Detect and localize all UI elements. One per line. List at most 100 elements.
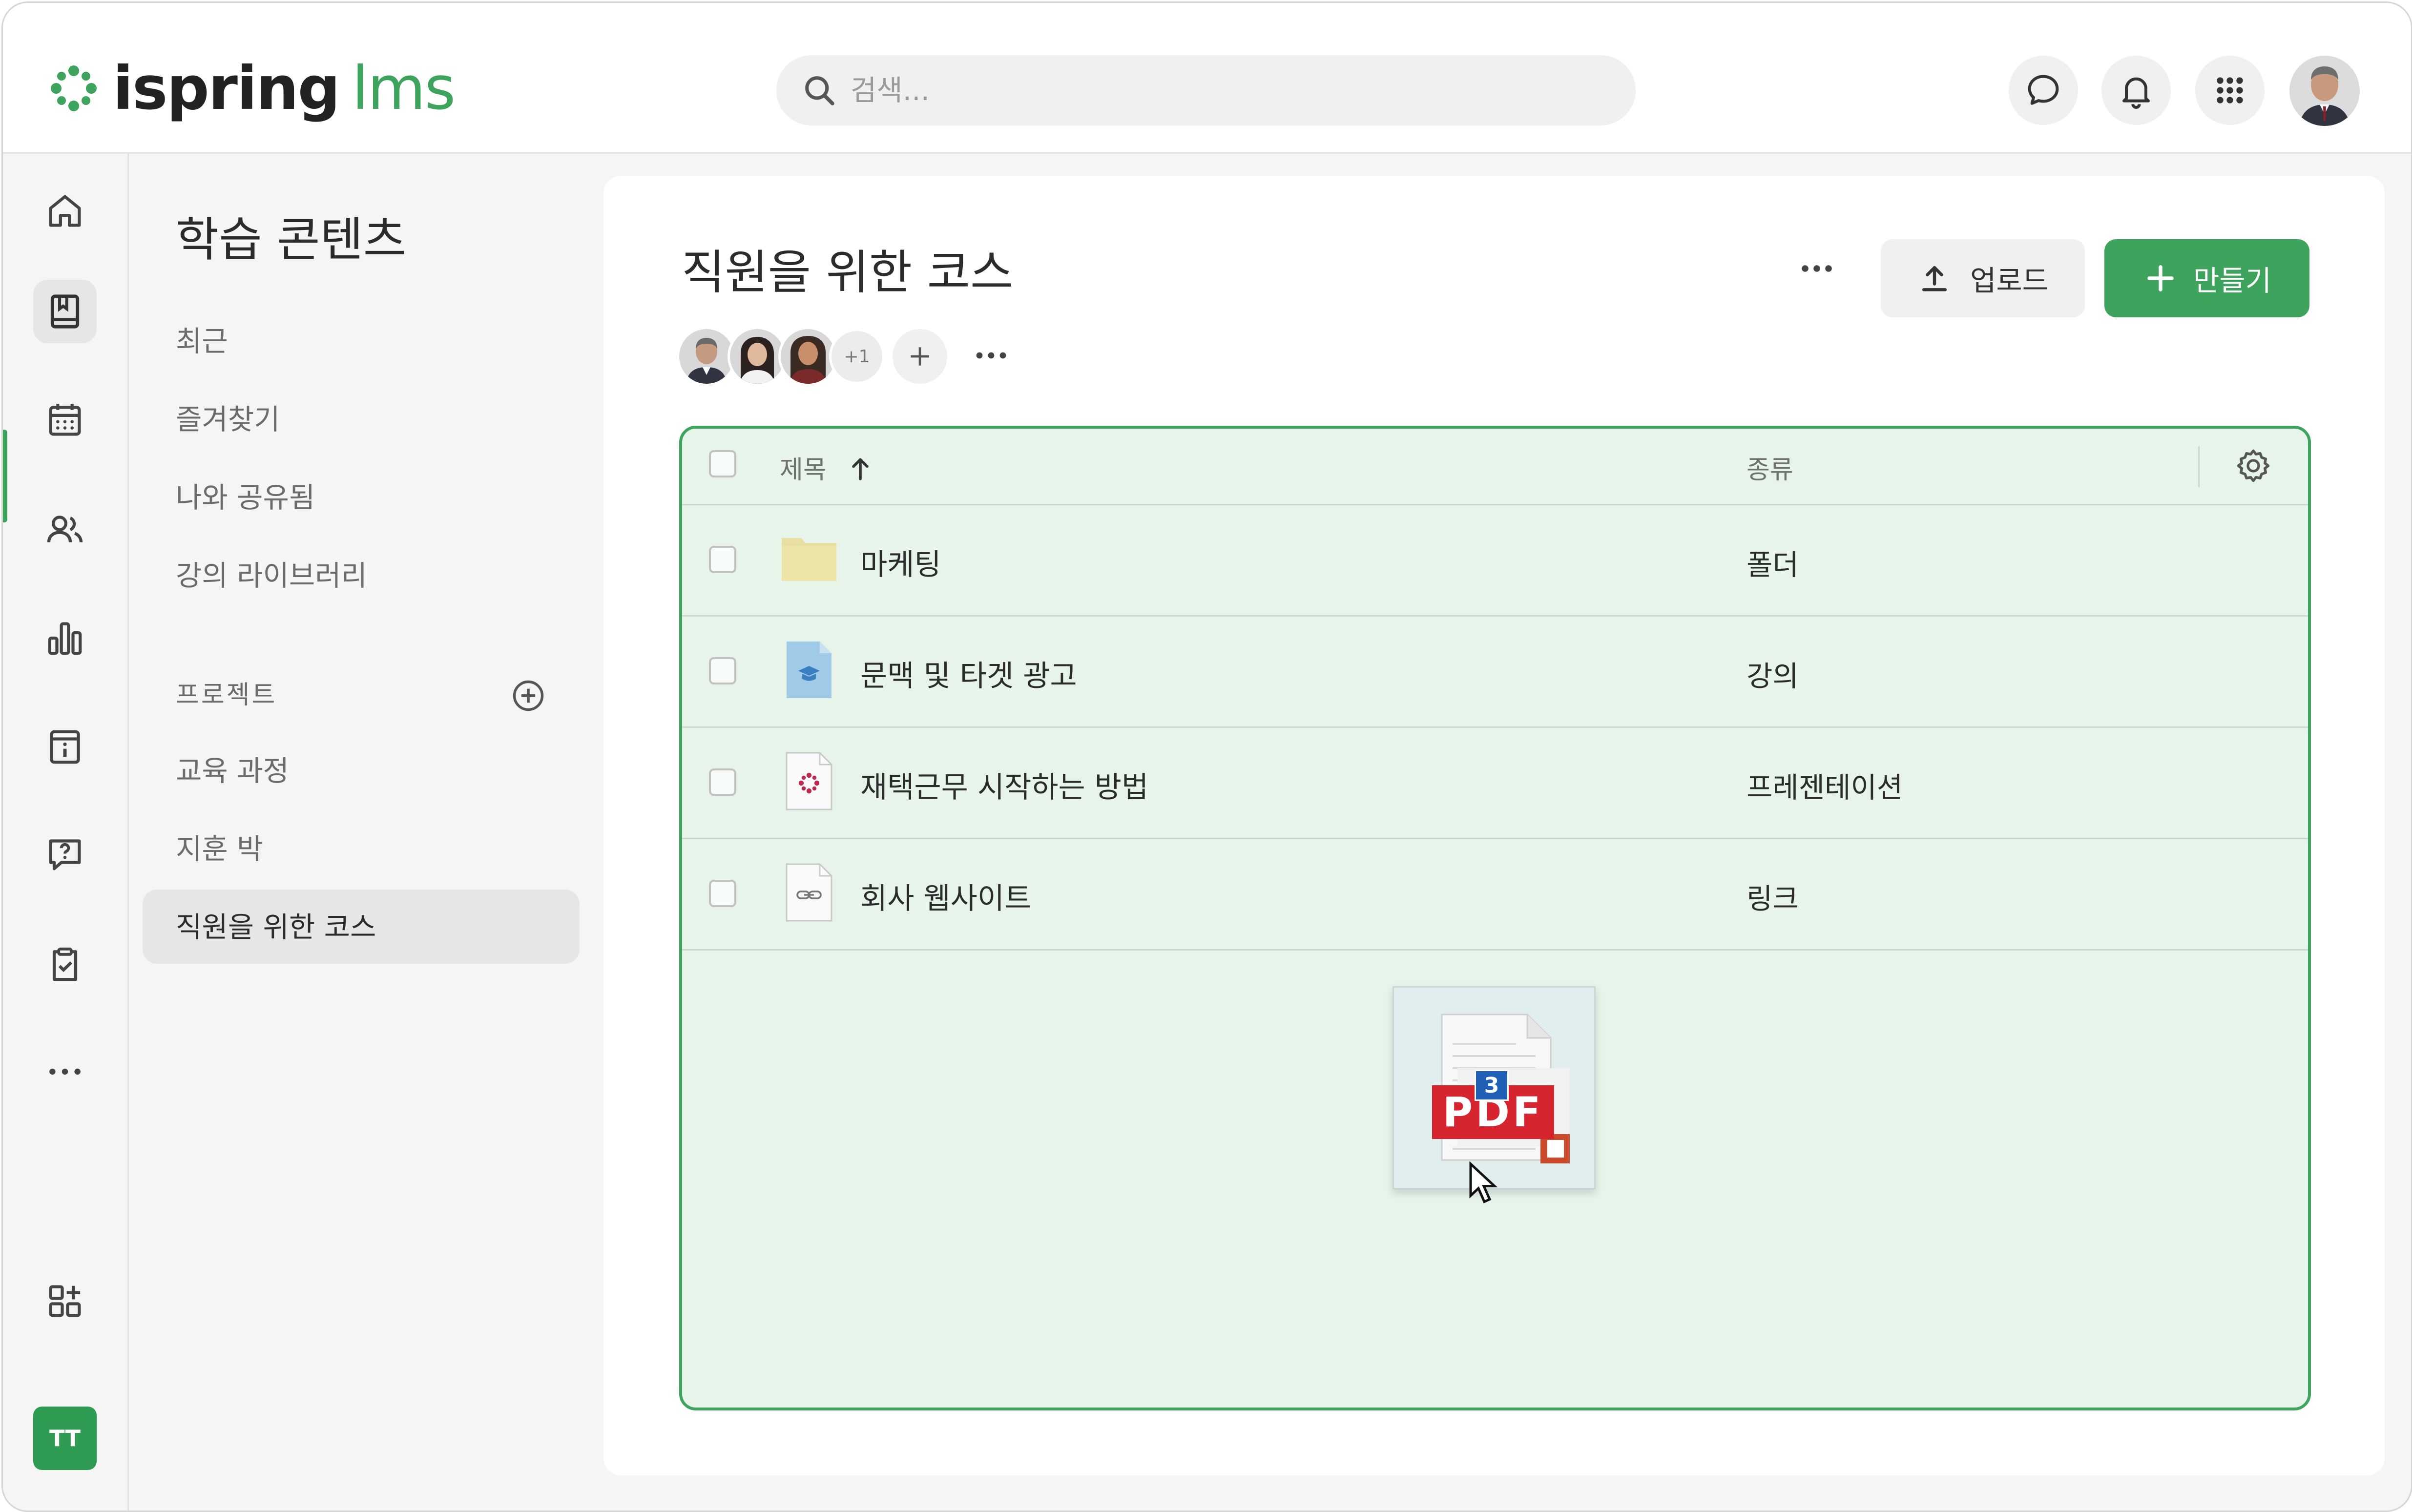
members-extra-count[interactable]: +1	[829, 329, 885, 384]
upload-button[interactable]: 업로드	[1881, 239, 2085, 317]
more-icon	[976, 352, 1006, 359]
row-checkbox[interactable]	[709, 768, 736, 796]
upload-label: 업로드	[1970, 264, 2049, 297]
search-input[interactable]	[850, 73, 1535, 107]
row-checkbox[interactable]	[709, 546, 736, 573]
gear-icon	[2237, 449, 2270, 482]
row-title[interactable]: 재택근무 시작하는 방법	[860, 764, 1148, 806]
nav-help[interactable]	[33, 823, 97, 886]
column-title-header[interactable]: 제목	[780, 449, 873, 486]
table-settings-button[interactable]	[2234, 446, 2273, 487]
sidebar-item-favorites[interactable]: 즐겨찾기	[176, 396, 280, 437]
add-member-button[interactable]	[893, 329, 947, 384]
table-row[interactable]: 재택근무 시작하는 방법 프레젠테이션	[682, 726, 2308, 839]
calendar-icon	[49, 404, 81, 436]
logo-text-main: ispring	[113, 54, 340, 123]
presentation-file-icon	[785, 751, 833, 813]
upload-icon	[1922, 266, 1947, 291]
folder-icon	[780, 534, 838, 585]
notifications-button[interactable]	[2101, 56, 2171, 125]
course-file-icon	[785, 640, 833, 702]
row-checkbox[interactable]	[709, 657, 736, 684]
main-panel: 직원을 위한 코스 업로드 만들기 +1 제목 종류 마케팅 폴더 문맥 및 타…	[603, 176, 2385, 1475]
user-initials-badge[interactable]: TT	[33, 1407, 97, 1470]
nav-users[interactable]	[33, 498, 97, 561]
table-row[interactable]: 마케팅 폴더	[682, 504, 2308, 617]
row-title[interactable]: 마케팅	[860, 541, 941, 583]
bar-chart-icon	[48, 622, 82, 655]
plus-circle-icon	[513, 680, 544, 711]
page-more-button[interactable]	[1797, 259, 1836, 280]
cursor-icon	[1469, 1161, 1498, 1203]
nav-calendar[interactable]	[33, 388, 97, 452]
sort-ascending-icon	[852, 458, 869, 480]
logo-text-sub: lms	[352, 54, 456, 123]
table-row[interactable]: 회사 웹사이트 링크	[682, 838, 2308, 951]
sidebar-item-shared[interactable]: 나와 공유됨	[176, 475, 315, 516]
add-widget-icon	[49, 1285, 81, 1317]
nav-add-widget[interactable]	[33, 1269, 97, 1333]
sidebar-title: 학습 콘텐츠	[176, 212, 407, 267]
apps-button[interactable]	[2195, 56, 2265, 125]
sidebar-item-recent[interactable]: 최근	[176, 318, 228, 359]
app-window: ispring lms 검색... TT 학습 콘텐츠 최근 즐겨찾기 나와 공…	[1, 1, 2412, 1512]
book-icon	[50, 294, 80, 329]
table-row[interactable]: 문맥 및 타겟 광고 강의	[682, 615, 2308, 728]
content-sidebar: 학습 콘텐츠 최근 즐겨찾기 나와 공유됨 강의 라이브러리 프로젝트 교육 과…	[129, 154, 598, 1511]
ispring-logo[interactable]: ispring lms	[49, 54, 456, 123]
chat-icon	[2028, 75, 2059, 105]
column-type-header[interactable]: 종류	[1747, 449, 1793, 486]
avatar-image	[781, 329, 835, 384]
file-count-badge: 3	[1475, 1070, 1509, 1101]
nav-info[interactable]	[33, 715, 97, 779]
members-more-button[interactable]	[972, 346, 1011, 367]
projects-heading: 프로젝트	[176, 681, 277, 710]
sidebar-project-2[interactable]: 지훈 박	[176, 826, 263, 867]
active-indicator	[3, 430, 7, 522]
select-all-checkbox[interactable]	[709, 450, 736, 477]
nav-home[interactable]	[33, 179, 97, 243]
nav-reports[interactable]	[33, 606, 97, 670]
avatar-image	[2289, 56, 2360, 126]
sidebar-item-library[interactable]: 강의 라이브러리	[176, 553, 367, 594]
row-type: 강의	[1747, 660, 1799, 693]
plus-icon	[911, 347, 929, 366]
logo-icon	[51, 65, 97, 111]
avatar-image	[730, 329, 785, 384]
sidebar-project-1[interactable]: 교육 과정	[176, 748, 289, 789]
home-icon	[49, 195, 81, 227]
nav-more[interactable]	[33, 1040, 97, 1103]
nav-content[interactable]	[33, 280, 97, 343]
clipboard-check-icon	[52, 947, 78, 981]
more-icon	[49, 1068, 81, 1075]
page-title: 직원을 위한 코스	[682, 245, 1014, 300]
link-file-icon	[785, 862, 833, 925]
dragged-files-preview: PDF 3	[1393, 986, 1596, 1203]
user-avatar[interactable]	[2289, 56, 2360, 126]
chat-button[interactable]	[2009, 56, 2078, 125]
row-type: 폴더	[1747, 548, 1799, 581]
search-bar[interactable]	[776, 55, 1636, 125]
add-project-button[interactable]	[510, 677, 547, 716]
apps-grid-icon	[2217, 77, 2243, 104]
row-title[interactable]: 회사 웹사이트	[860, 875, 1031, 917]
row-checkbox[interactable]	[709, 880, 736, 907]
members-row: +1	[677, 327, 1011, 386]
bell-icon	[2122, 77, 2150, 109]
drop-zone-table[interactable]: 제목 종류 마케팅 폴더 문맥 및 타겟 광고 강의 재택근무 시작하는 방법 …	[679, 426, 2311, 1410]
search-icon	[805, 76, 834, 105]
nav-tasks[interactable]	[33, 932, 97, 996]
row-title[interactable]: 문맥 및 타겟 광고	[860, 652, 1077, 695]
question-icon	[49, 839, 81, 870]
nav-rail: TT	[3, 154, 129, 1511]
plus-icon	[2147, 265, 2174, 291]
create-button[interactable]: 만들기	[2104, 239, 2309, 317]
table-header: 제목 종류	[682, 429, 2308, 505]
users-icon	[47, 516, 83, 542]
info-icon	[50, 730, 80, 764]
row-type: 링크	[1747, 882, 1799, 915]
column-title-label: 제목	[780, 456, 827, 485]
row-type: 프레젠테이션	[1747, 771, 1903, 804]
create-label: 만들기	[2193, 264, 2272, 297]
top-header: ispring lms	[3, 3, 2411, 154]
